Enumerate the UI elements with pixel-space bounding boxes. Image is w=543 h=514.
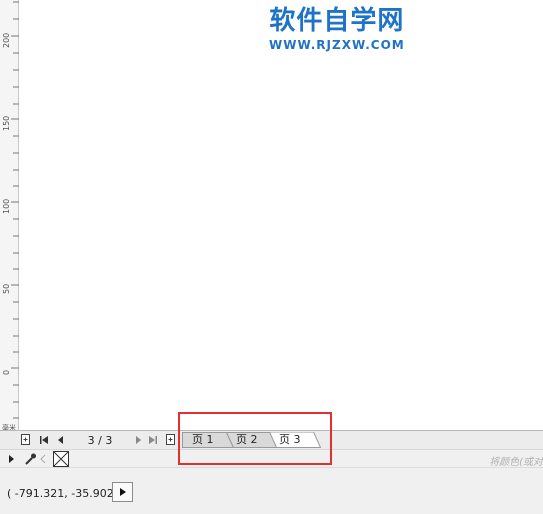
last-page-icon: [149, 436, 157, 444]
add-page-icon: [21, 434, 30, 445]
color-hint-text: 将颜色(或对: [489, 457, 543, 468]
previous-page-button[interactable]: [54, 433, 68, 447]
add-page-icon: [166, 434, 175, 445]
tab-page-3[interactable]: 页 3: [269, 432, 321, 448]
watermark-logo: 软件自学网 WWW.RJZXW.COM: [269, 6, 405, 52]
eyedropper-button[interactable]: [23, 452, 37, 466]
add-page-before-button[interactable]: [19, 433, 33, 447]
add-page-after-button[interactable]: [164, 433, 178, 447]
eyedropper-icon: [25, 453, 36, 465]
ruler-label: 50: [2, 283, 11, 294]
palette-scroll-left-button[interactable]: [39, 452, 47, 466]
ruler-label: 100: [2, 198, 11, 214]
no-color-icon: [53, 451, 69, 467]
page-counter: 3 / 3: [87, 434, 113, 447]
watermark-title: 软件自学网: [269, 6, 405, 36]
tab-label: 页 2: [236, 433, 258, 446]
ruler-label: 0: [2, 369, 11, 375]
first-page-icon: [40, 436, 48, 444]
chevron-left-icon: [40, 454, 46, 464]
tab-label: 页 3: [279, 433, 301, 446]
last-page-button[interactable]: [146, 433, 160, 447]
watermark-url: WWW.RJZXW.COM: [269, 38, 405, 52]
status-expand-button[interactable]: [112, 482, 133, 502]
color-palette-bar: 将颜色(或对: [0, 449, 543, 468]
no-color-swatch[interactable]: [53, 451, 69, 467]
ruler-label: 150: [2, 115, 11, 131]
ruler-ticks: [11, 1, 19, 419]
page-navigator: 3 / 3 页 1 页 2 页 3: [0, 430, 543, 449]
next-page-button[interactable]: [131, 433, 145, 447]
first-page-button[interactable]: [37, 433, 51, 447]
play-arrow-icon: [119, 488, 126, 496]
palette-scroll-button[interactable]: [6, 452, 16, 466]
drawing-canvas[interactable]: 软件自学网 WWW.RJZXW.COM: [19, 0, 543, 430]
previous-page-icon: [58, 436, 63, 444]
play-arrow-icon: [9, 455, 14, 463]
vertical-ruler[interactable]: 200 150 100 50 0 毫米: [0, 0, 19, 432]
cursor-coordinates: ( -791.321, -35.902 ): [7, 487, 122, 500]
ruler-label: 200: [2, 32, 11, 48]
next-page-icon: [136, 436, 141, 444]
status-bar: ( -791.321, -35.902 ): [0, 467, 543, 514]
tab-label: 页 1: [192, 433, 214, 446]
